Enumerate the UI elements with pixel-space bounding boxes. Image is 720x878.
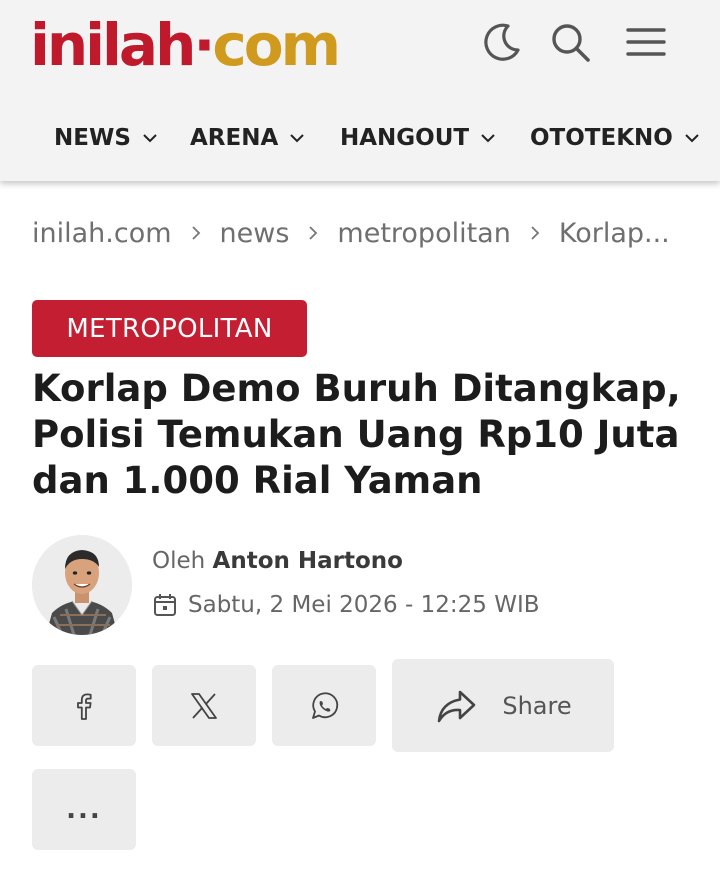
chevron-right-icon <box>531 226 540 240</box>
whatsapp-icon <box>312 691 339 719</box>
x-icon <box>191 692 217 719</box>
nav-item-label: OTOTEKNO <box>530 125 673 151</box>
nav-item-ototekno[interactable]: OTOTEKNO <box>530 112 701 164</box>
chevron-right-icon <box>309 226 318 240</box>
chevron-down-icon <box>481 134 495 143</box>
share-arrow-icon <box>438 690 476 722</box>
nav-item-label: HANGOUT <box>340 125 470 151</box>
chevron-down-icon <box>290 134 304 143</box>
nav-item-label: NEWS <box>54 125 131 151</box>
breadcrumb-metropolitan[interactable]: metropolitan <box>337 218 510 249</box>
search-icon[interactable] <box>546 18 594 66</box>
share-whatsapp-button[interactable] <box>272 665 376 746</box>
breadcrumb-home[interactable]: inilah.com <box>32 218 172 249</box>
chevron-down-icon <box>685 134 699 143</box>
nav-item-arena[interactable]: ARENA <box>190 112 306 164</box>
author-name[interactable]: Anton Hartono <box>213 548 403 574</box>
facebook-icon <box>77 693 92 720</box>
publish-date-text: Sabtu, 2 Mei 2026 - 12:25 WIB <box>188 592 540 618</box>
nav-item-news[interactable]: NEWS <box>54 112 159 164</box>
byline-prefix: Oleh <box>152 548 206 574</box>
breadcrumb: inilah.com news metropolitan Korlap... <box>32 210 670 256</box>
site-header: inilah·com NEWS ARENA HANGOUT OTOTEKNO <box>0 0 720 181</box>
share-facebook-button[interactable] <box>32 665 136 746</box>
chevron-right-icon <box>191 226 200 240</box>
moon-icon[interactable] <box>478 18 526 66</box>
article-title: Korlap Demo Buruh Ditangkap, Polisi Temu… <box>32 367 681 502</box>
site-logo[interactable]: inilah·com <box>30 10 341 80</box>
author-avatar[interactable] <box>32 535 132 635</box>
breadcrumb-news[interactable]: news <box>220 218 290 249</box>
chevron-down-icon <box>143 134 157 143</box>
nav-item-hangout[interactable]: HANGOUT <box>340 112 497 164</box>
more-share-button[interactable]: ... <box>32 769 136 850</box>
publish-date: Sabtu, 2 Mei 2026 - 12:25 WIB <box>152 588 540 622</box>
category-badge[interactable]: METROPOLITAN <box>32 300 307 357</box>
main-nav: NEWS ARENA HANGOUT OTOTEKNO <box>0 112 720 164</box>
calendar-icon <box>154 594 176 616</box>
breadcrumb-current: Korlap... <box>558 217 670 249</box>
nav-item-label: ARENA <box>190 125 279 151</box>
author-byline: Oleh Anton Hartono <box>152 548 403 574</box>
share-x-button[interactable] <box>152 665 256 746</box>
menu-icon[interactable] <box>622 18 670 66</box>
share-label: Share <box>502 691 572 720</box>
more-dots-icon: ... <box>66 794 102 825</box>
share-button[interactable]: Share <box>392 659 614 752</box>
